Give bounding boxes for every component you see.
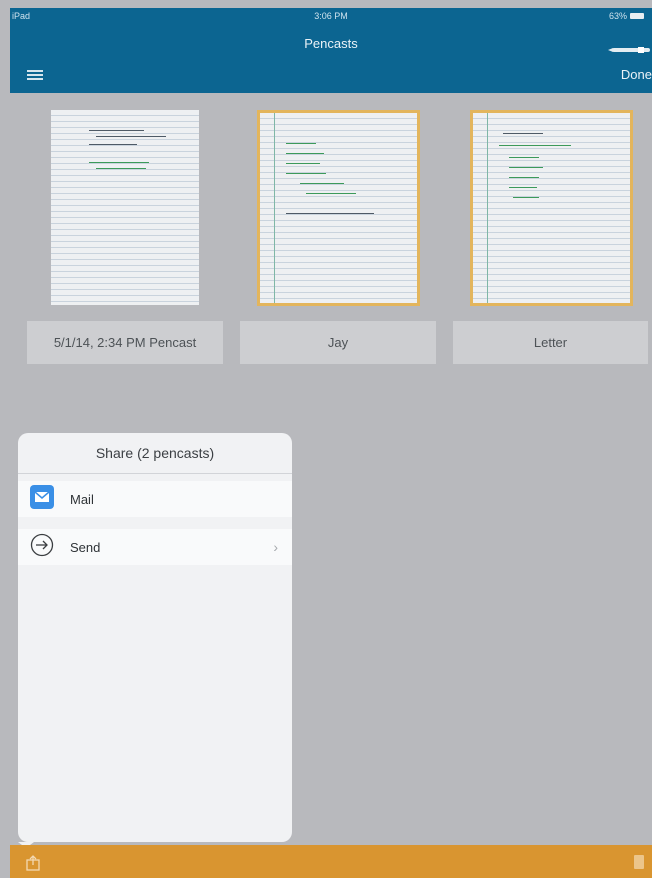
- carrier-label: iPad: [12, 11, 31, 21]
- share-icon[interactable]: [26, 855, 40, 876]
- share-title: Share (2 pencasts): [18, 433, 292, 474]
- done-button[interactable]: Done: [621, 67, 652, 82]
- app-header: iPad 3:06 PM 63% Pencasts Done: [10, 8, 652, 93]
- pencast-label-1[interactable]: 5/1/14, 2:34 PM Pencast: [27, 321, 223, 364]
- pencast-thumbnail-2[interactable]: [257, 110, 420, 306]
- page-title: Pencasts: [304, 36, 358, 51]
- share-mail-option[interactable]: Mail: [18, 481, 292, 517]
- ruled-paper: [260, 113, 417, 303]
- pencast-label-2[interactable]: Jay: [240, 321, 436, 364]
- ruled-paper: [473, 113, 630, 303]
- send-arrow-icon: [30, 533, 54, 562]
- pencast-label-3[interactable]: Letter: [453, 321, 648, 364]
- bottom-toolbar: [10, 845, 652, 878]
- battery-status: 63%: [609, 11, 644, 21]
- chevron-right-icon: ›: [273, 539, 278, 555]
- share-popover: Share (2 pencasts) Mail Send ›: [18, 433, 292, 842]
- notebook-icon[interactable]: [634, 855, 644, 869]
- send-label: Send: [70, 539, 101, 555]
- pencast-thumbnail-1[interactable]: [51, 110, 199, 305]
- menu-icon[interactable]: [27, 70, 43, 80]
- battery-icon: [630, 13, 644, 19]
- status-bar: iPad 3:06 PM 63%: [10, 8, 652, 28]
- mail-icon: [30, 484, 54, 514]
- pen-icon[interactable]: [608, 42, 652, 60]
- status-time: 3:06 PM: [314, 11, 348, 21]
- battery-percent: 63%: [608, 11, 627, 21]
- share-send-option[interactable]: Send ›: [18, 529, 292, 565]
- mail-label: Mail: [70, 491, 94, 507]
- ruled-paper: [51, 110, 199, 305]
- pencast-thumbnail-3[interactable]: [470, 110, 633, 306]
